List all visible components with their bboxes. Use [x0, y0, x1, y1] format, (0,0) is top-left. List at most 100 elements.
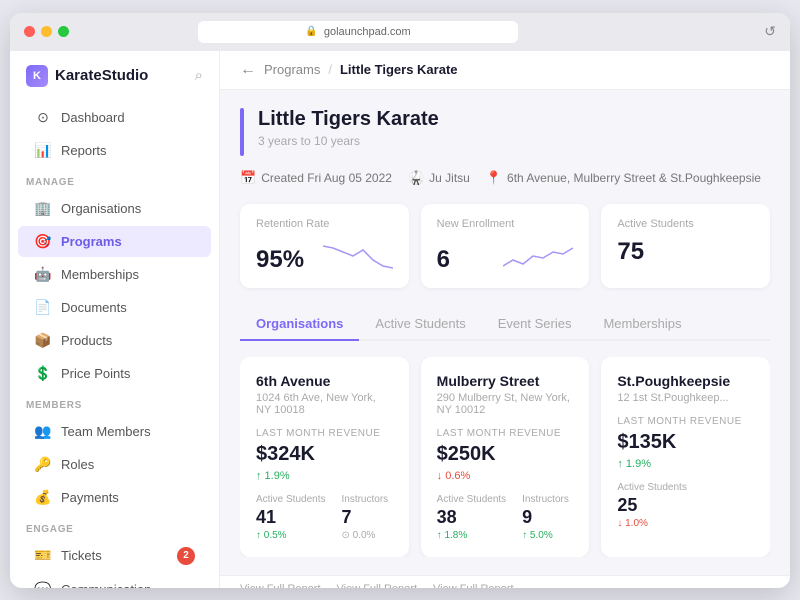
org-card-mulberry-street: Mulberry Street 290 Mulberry St, New Yor… — [421, 357, 590, 557]
active-students-label: Active Students — [617, 218, 754, 230]
tab-memberships[interactable]: Memberships — [587, 308, 697, 341]
sidebar-item-memberships[interactable]: 🤖 Memberships — [18, 259, 211, 290]
sidebar-item-label: Memberships — [61, 267, 139, 282]
address-bar[interactable]: 🔒 golaunchpad.com — [198, 21, 518, 43]
stat-card-enrollment: New Enrollment 6 — [421, 204, 590, 288]
style-icon: 🥋 — [408, 170, 424, 186]
sidebar-item-communication[interactable]: 💬 Communication — [18, 574, 211, 588]
minimize-button[interactable] — [41, 26, 52, 37]
sidebar-item-payments[interactable]: 💰 Payments — [18, 482, 211, 513]
page-container: Little Tigers Karate 3 years to 10 years… — [220, 90, 790, 575]
sidebar-item-label: Products — [61, 333, 112, 348]
sidebar: K KarateStudio ⌕ ⊙ Dashboard 📊 Reports M… — [10, 51, 220, 588]
team-members-icon: 👥 — [34, 423, 52, 440]
org-revenue-st-poughkeepsie: $135K — [617, 431, 754, 454]
org-address-st-poughkeepsie: 12 1st St.Poughkeep... — [617, 392, 754, 404]
page-header: Little Tigers Karate 3 years to 10 years — [240, 108, 770, 156]
sidebar-item-programs[interactable]: 🎯 Programs — [18, 226, 211, 257]
org-card-st-poughkeepsie: St.Poughkeepsie 12 1st St.Poughkeep... L… — [601, 357, 770, 557]
breadcrumb-parent[interactable]: Programs — [264, 62, 320, 77]
traffic-lights — [24, 26, 69, 37]
logo-icon: K — [26, 65, 48, 87]
org-address-mulberry: 290 Mulberry St, New York, NY 10012 — [437, 392, 574, 416]
breadcrumb-current: Little Tigers Karate — [340, 62, 458, 77]
sidebar-item-organisations[interactable]: 🏢 Organisations — [18, 193, 211, 224]
roles-icon: 🔑 — [34, 456, 52, 473]
main-content: ← Programs / Little Tigers Karate Little… — [220, 51, 790, 588]
sidebar-item-documents[interactable]: 📄 Documents — [18, 292, 211, 323]
page-title: Little Tigers Karate — [258, 108, 439, 131]
page-title-area: Little Tigers Karate 3 years to 10 years — [258, 108, 439, 148]
org-name-mulberry: Mulberry Street — [437, 373, 574, 389]
accent-bar — [240, 108, 244, 156]
org-name-st-poughkeepsie: St.Poughkeepsie — [617, 373, 754, 389]
sidebar-item-team-members[interactable]: 👥 Team Members — [18, 416, 211, 447]
sidebar-item-roles[interactable]: 🔑 Roles — [18, 449, 211, 480]
org-change-6th-avenue: ↑ 1.9% — [256, 470, 393, 482]
memberships-icon: 🤖 — [34, 266, 52, 283]
logo-text: KarateStudio — [55, 67, 148, 84]
view-full-report-3[interactable]: View Full Report — [433, 583, 514, 588]
sidebar-item-price-points[interactable]: 💲 Price Points — [18, 358, 211, 389]
app-body: K KarateStudio ⌕ ⊙ Dashboard 📊 Reports M… — [10, 51, 790, 588]
org-active-students-6th-avenue: Active Students 41 ↑ 0.5% — [256, 494, 325, 541]
sidebar-item-label: Price Points — [61, 366, 130, 381]
sidebar-item-label: Documents — [61, 300, 127, 315]
enrollment-label: New Enrollment — [437, 218, 574, 230]
active-students-value-row: 75 — [617, 238, 754, 266]
tab-event-series[interactable]: Event Series — [482, 308, 588, 341]
organisations-icon: 🏢 — [34, 200, 52, 217]
maximize-button[interactable] — [58, 26, 69, 37]
tickets-icon: 🎫 — [34, 547, 52, 564]
bottom-bar: View Full Report View Full Report View F… — [220, 575, 790, 588]
enrollment-value-row: 6 — [437, 238, 574, 274]
stat-card-retention: Retention Rate 95% — [240, 204, 409, 288]
main-nav: ⊙ Dashboard 📊 Reports Manage 🏢 Organisat… — [10, 101, 219, 588]
org-revenue-mulberry: $250K — [437, 443, 574, 466]
breadcrumb-separator: / — [328, 62, 332, 77]
meta-style: 🥋 Ju Jitsu — [408, 170, 470, 186]
programs-icon: 🎯 — [34, 233, 52, 250]
retention-label: Retention Rate — [256, 218, 393, 230]
org-stats-mulberry: Active Students 38 ↑ 1.8% Instructors 9 … — [437, 494, 574, 541]
meta-location: 📍 6th Avenue, Mulberry Street & St.Pough… — [486, 170, 761, 186]
location-icon: 📍 — [486, 170, 502, 186]
sidebar-item-label: Roles — [61, 457, 94, 472]
org-change-st-poughkeepsie: ↑ 1.9% — [617, 458, 754, 470]
org-stats-6th-avenue: Active Students 41 ↑ 0.5% Instructors 7 … — [256, 494, 393, 541]
sidebar-item-reports[interactable]: 📊 Reports — [18, 135, 211, 166]
enrollment-sparkline — [503, 238, 573, 274]
sidebar-item-tickets[interactable]: 🎫 Tickets 2 — [18, 540, 211, 572]
sidebar-item-label: Tickets — [61, 548, 102, 563]
refresh-button[interactable]: ↺ — [764, 23, 776, 40]
view-full-report-2[interactable]: View Full Report — [337, 583, 418, 588]
search-button[interactable]: ⌕ — [195, 67, 203, 84]
tab-organisations[interactable]: Organisations — [240, 308, 359, 341]
org-active-students-mulberry: Active Students 38 ↑ 1.8% — [437, 494, 506, 541]
price-points-icon: 💲 — [34, 365, 52, 382]
manage-section-label: Manage — [10, 167, 219, 192]
communication-icon: 💬 — [34, 581, 52, 588]
dashboard-icon: ⊙ — [34, 109, 52, 126]
enrollment-value: 6 — [437, 246, 450, 274]
meta-location-text: 6th Avenue, Mulberry Street & St.Poughke… — [507, 171, 761, 185]
org-instructors-6th-avenue: Instructors 7 ⊙ 0.0% — [341, 494, 388, 541]
retention-value-row: 95% — [256, 238, 393, 274]
org-rev-label-st-poughkeepsie: Last Month Revenue — [617, 416, 754, 427]
top-bar: ← Programs / Little Tigers Karate — [220, 51, 790, 90]
tickets-badge: 2 — [177, 547, 195, 565]
view-full-report-1[interactable]: View Full Report — [240, 583, 321, 588]
tab-active-students[interactable]: Active Students — [359, 308, 481, 341]
sidebar-item-dashboard[interactable]: ⊙ Dashboard — [18, 102, 211, 133]
sidebar-item-products[interactable]: 📦 Products — [18, 325, 211, 356]
meta-style-text: Ju Jitsu — [429, 171, 470, 185]
stat-card-active-students: Active Students 75 — [601, 204, 770, 288]
close-button[interactable] — [24, 26, 35, 37]
products-icon: 📦 — [34, 332, 52, 349]
org-instructors-mulberry: Instructors 9 ↑ 5.0% — [522, 494, 569, 541]
payments-icon: 💰 — [34, 489, 52, 506]
back-button[interactable]: ← — [240, 61, 256, 79]
org-active-students-st-poughkeepsie: Active Students 25 ↓ 1.0% — [617, 482, 686, 529]
sidebar-logo-area: K KarateStudio ⌕ — [10, 65, 219, 101]
org-revenue-6th-avenue: $324K — [256, 443, 393, 466]
